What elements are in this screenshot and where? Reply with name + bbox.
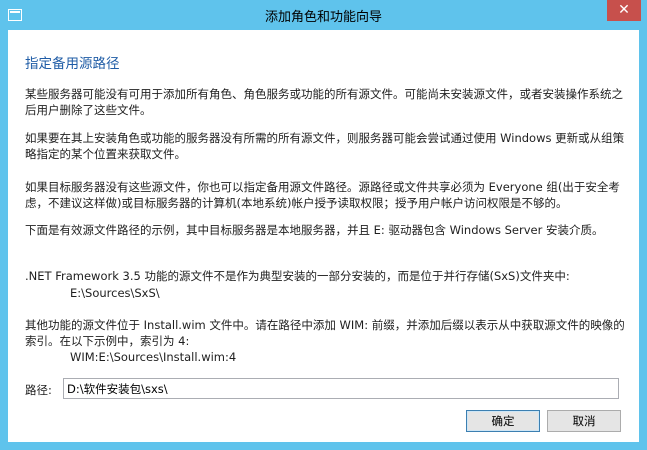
source-path-input[interactable] bbox=[63, 378, 619, 399]
example-path-wim: WIM:E:\Sources\Install.wim:4 bbox=[70, 350, 237, 364]
ok-button[interactable]: 确定 bbox=[466, 410, 540, 432]
dialog-body: 指定备用源路径 某些服务器可能没有可用于添加所有角色、角色服务或功能的所有源文件… bbox=[8, 30, 639, 442]
example-path-sxs: E:\Sources\SxS\ bbox=[70, 286, 160, 300]
title-bar[interactable]: 添加角色和功能向导 ✕ bbox=[0, 0, 647, 30]
paragraph-netfx-sxs: .NET Framework 3.5 功能的源文件不是作为典型安装的一部分安装的… bbox=[25, 269, 570, 283]
paragraph-windows-update: 如果要在其上安装角色或功能的服务器没有所需的所有源文件，则服务器可能会尝试通过使… bbox=[25, 131, 625, 161]
cancel-button[interactable]: 取消 bbox=[547, 410, 621, 432]
wizard-window: 添加角色和功能向导 ✕ 指定备用源路径 某些服务器可能没有可用于添加所有角色、角… bbox=[0, 0, 647, 450]
page-title: 指定备用源路径 bbox=[25, 56, 120, 72]
path-label: 路径: bbox=[25, 383, 52, 397]
paragraph-examples-intro: 下面是有效源文件路径的示例，其中目标服务器是本地服务器，并且 E: 驱动器包含 … bbox=[25, 223, 604, 237]
window-title: 添加角色和功能向导 bbox=[264, 10, 382, 25]
paragraph-missing-files: 某些服务器可能没有可用于添加所有角色、角色服务或功能的所有源文件。可能尚未安装源… bbox=[25, 87, 623, 117]
paragraph-alternate-source: 如果目标服务器没有这些源文件，你也可以指定备用源文件路径。源路径或文件共享必须为… bbox=[25, 180, 620, 210]
paragraph-install-wim: 其他功能的源文件位于 Install.wim 文件中。请在路径中添加 WIM: … bbox=[25, 318, 625, 348]
close-button[interactable]: ✕ bbox=[607, 0, 641, 21]
